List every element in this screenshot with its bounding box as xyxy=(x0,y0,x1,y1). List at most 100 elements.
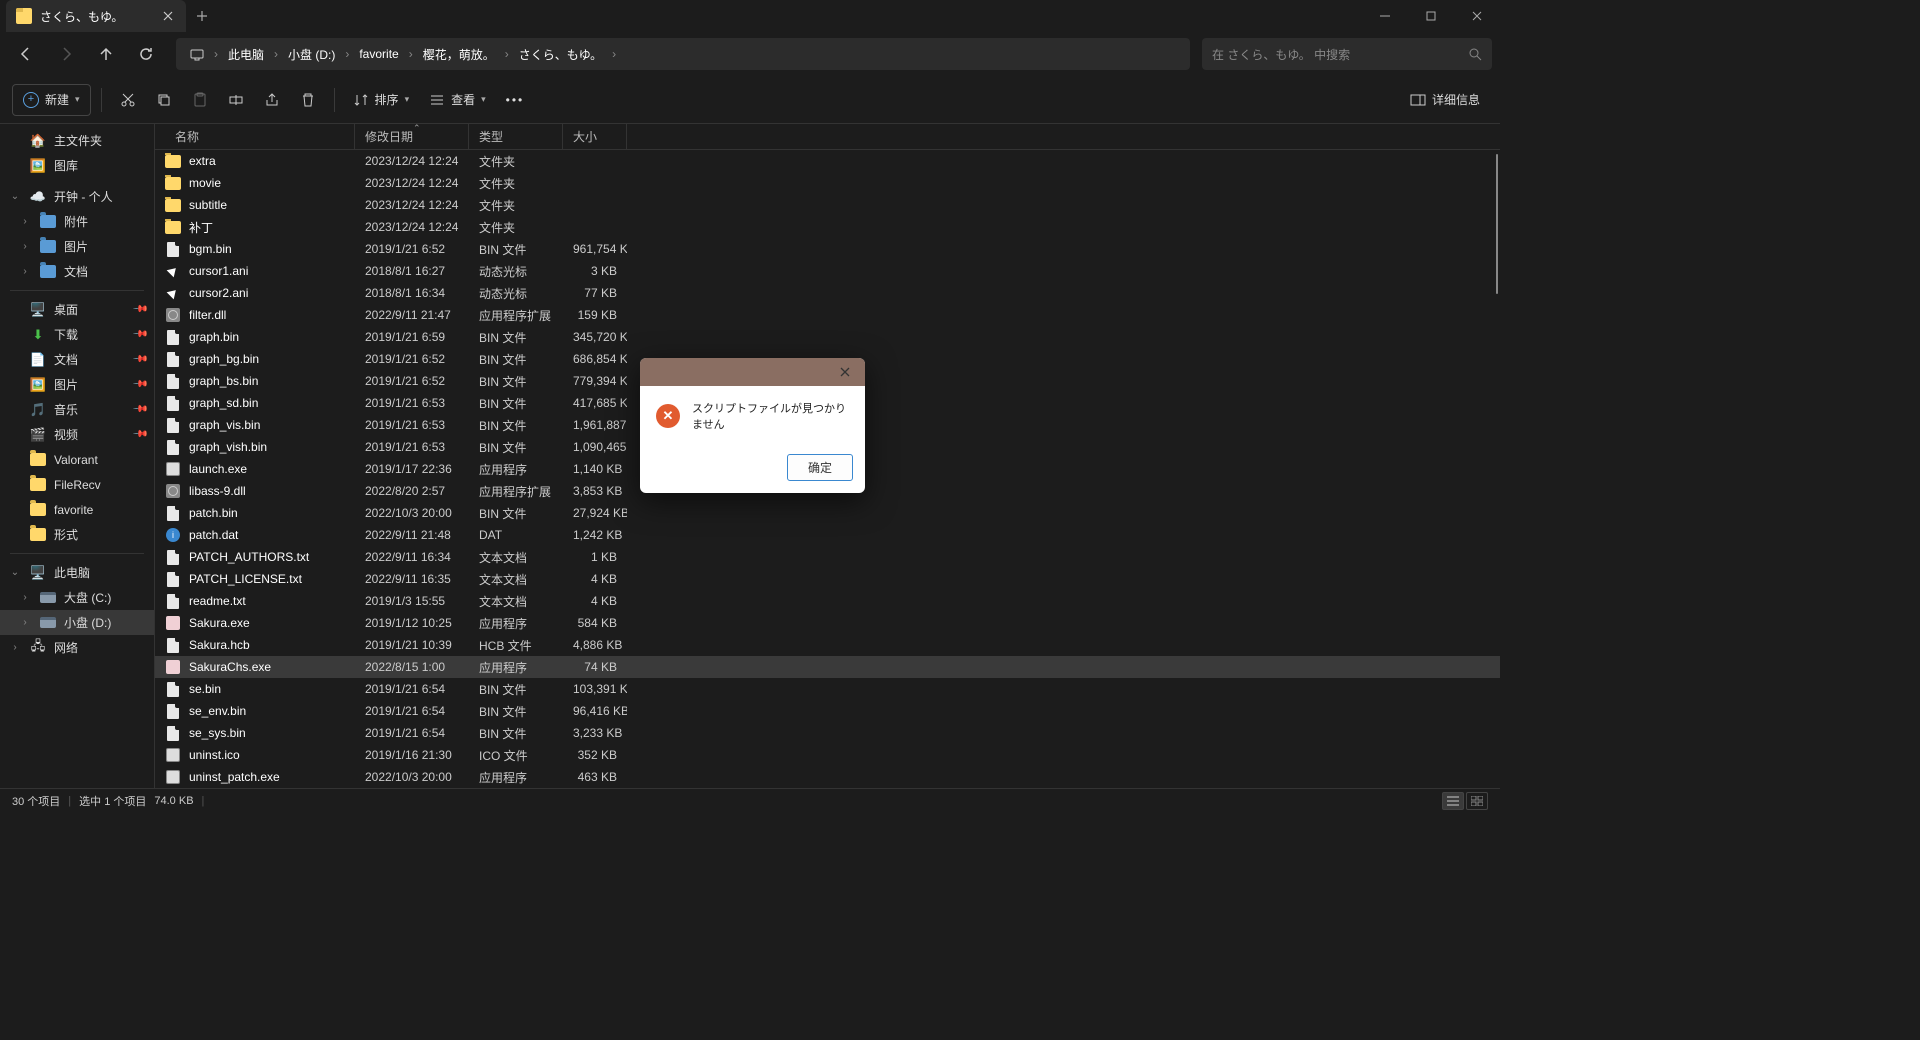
file-row[interactable]: uninst.ico2019/1/16 21:30ICO 文件352 KB xyxy=(155,744,1500,766)
new-button[interactable]: + 新建 ▾ xyxy=(12,84,91,116)
sidebar-qpic[interactable]: 🖼️图片📌 xyxy=(0,372,154,397)
file-name-cell: graph_bs.bin xyxy=(155,373,355,389)
sidebar-desktop[interactable]: 🖥️桌面📌 xyxy=(0,297,154,322)
breadcrumb[interactable]: › 此电脑 › 小盘 (D:) › favorite › 樱花，萌放。 › さく… xyxy=(176,38,1190,70)
file-type-icon xyxy=(165,439,181,455)
file-row[interactable]: patch.bin2022/10/3 20:00BIN 文件27,924 KB xyxy=(155,502,1500,524)
dialog-titlebar[interactable] xyxy=(640,358,865,386)
folder-icon xyxy=(40,240,56,253)
chevron-right-icon[interactable]: › xyxy=(18,266,32,277)
column-size[interactable]: 大小 xyxy=(563,124,627,149)
file-row[interactable]: SakuraChs.exe2022/8/15 1:00应用程序74 KB xyxy=(155,656,1500,678)
more-button[interactable]: ••• xyxy=(498,84,533,116)
view-button[interactable]: 查看 ▾ xyxy=(421,84,494,116)
new-tab-button[interactable] xyxy=(186,0,218,32)
sidebar-qdoc[interactable]: 📄文档📌 xyxy=(0,347,154,372)
sidebar-thispc[interactable]: ⌄🖥️此电脑 xyxy=(0,560,154,585)
window-tab[interactable]: さくら、もゆ。 xyxy=(6,0,186,32)
column-type[interactable]: 类型 xyxy=(469,124,563,149)
chevron-right-icon[interactable]: › xyxy=(8,642,22,653)
file-row[interactable]: ipatch.dat2022/9/11 21:48DAT1,242 KB xyxy=(155,524,1500,546)
file-date: 2022/8/20 2:57 xyxy=(355,484,469,498)
file-date: 2019/1/21 10:39 xyxy=(355,638,469,652)
column-date[interactable]: 修改日期 xyxy=(355,124,469,149)
delete-button[interactable] xyxy=(292,84,324,116)
scrollbar-thumb[interactable] xyxy=(1496,154,1498,294)
close-button[interactable] xyxy=(1454,0,1500,32)
file-row[interactable]: se_env.bin2019/1/21 6:54BIN 文件96,416 KB xyxy=(155,700,1500,722)
file-row[interactable]: cursor1.ani2018/8/1 16:27动态光标3 KB xyxy=(155,260,1500,282)
search-input[interactable]: 在 さくら、もゆ。 中搜索 xyxy=(1202,38,1492,70)
file-size: 74 KB xyxy=(563,660,627,674)
file-row[interactable]: uninst_patch.exe2022/10/3 20:00应用程序463 K… xyxy=(155,766,1500,788)
file-row[interactable]: filter.dll2022/9/11 21:47应用程序扩展159 KB xyxy=(155,304,1500,326)
file-row[interactable]: se_sys.bin2019/1/21 6:54BIN 文件3,233 KB xyxy=(155,722,1500,744)
sidebar-attach[interactable]: ›附件 xyxy=(0,209,154,234)
grid-view-button[interactable] xyxy=(1466,792,1488,810)
forward-button[interactable] xyxy=(48,36,84,72)
file-row[interactable]: se.bin2019/1/21 6:54BIN 文件103,391 KB xyxy=(155,678,1500,700)
paste-button[interactable] xyxy=(184,84,216,116)
chevron-right-icon[interactable]: › xyxy=(18,592,32,603)
details-view-button[interactable] xyxy=(1442,792,1464,810)
breadcrumb-item[interactable]: 樱花，萌放。 xyxy=(417,42,501,67)
chevron-down-icon[interactable]: ⌄ xyxy=(8,567,22,578)
file-row[interactable]: bgm.bin2019/1/21 6:52BIN 文件961,754 KB xyxy=(155,238,1500,260)
sidebar-download[interactable]: ⬇下载📌 xyxy=(0,322,154,347)
share-button[interactable] xyxy=(256,84,288,116)
breadcrumb-item[interactable]: 此电脑 xyxy=(222,42,270,67)
dialog-ok-button[interactable]: 确定 xyxy=(787,454,853,481)
sidebar-filerecv[interactable]: FileRecv xyxy=(0,472,154,497)
file-row[interactable]: Sakura.exe2019/1/12 10:25应用程序584 KB xyxy=(155,612,1500,634)
breadcrumb-item[interactable]: さくら、もゆ。 xyxy=(513,42,608,67)
sidebar-network[interactable]: ›🖧网络 xyxy=(0,635,154,660)
back-button[interactable] xyxy=(8,36,44,72)
rename-icon xyxy=(228,92,244,108)
file-row[interactable]: cursor2.ani2018/8/1 16:34动态光标77 KB xyxy=(155,282,1500,304)
sidebar-valorant[interactable]: Valorant xyxy=(0,447,154,472)
copy-button[interactable] xyxy=(148,84,180,116)
file-size: 352 KB xyxy=(563,748,627,762)
refresh-button[interactable] xyxy=(128,36,164,72)
up-button[interactable] xyxy=(88,36,124,72)
chevron-right-icon[interactable]: › xyxy=(18,216,32,227)
sidebar-xingshi[interactable]: 形式 xyxy=(0,522,154,547)
file-row[interactable]: PATCH_AUTHORS.txt2022/9/11 16:34文本文档1 KB xyxy=(155,546,1500,568)
file-row[interactable]: readme.txt2019/1/3 15:55文本文档4 KB xyxy=(155,590,1500,612)
breadcrumb-item[interactable]: favorite xyxy=(353,43,404,65)
maximize-button[interactable] xyxy=(1408,0,1454,32)
sidebar-drive-c[interactable]: ›大盘 (C:) xyxy=(0,585,154,610)
file-row[interactable]: graph.bin2019/1/21 6:59BIN 文件345,720 KB xyxy=(155,326,1500,348)
sidebar-video[interactable]: 🎬视频📌 xyxy=(0,422,154,447)
file-row[interactable]: extra2023/12/24 12:24文件夹 xyxy=(155,150,1500,172)
column-name[interactable]: 名称 xyxy=(155,124,355,149)
chevron-right-icon[interactable]: › xyxy=(18,617,32,628)
file-name: patch.dat xyxy=(189,528,238,542)
file-row[interactable]: Sakura.hcb2019/1/21 10:39HCB 文件4,886 KB xyxy=(155,634,1500,656)
sidebar-gallery[interactable]: 🖼️图库 xyxy=(0,153,154,178)
chevron-right-icon[interactable]: › xyxy=(18,241,32,252)
sidebar-music[interactable]: 🎵音乐📌 xyxy=(0,397,154,422)
file-row[interactable]: subtitle2023/12/24 12:24文件夹 xyxy=(155,194,1500,216)
rename-button[interactable] xyxy=(220,84,252,116)
sidebar-home[interactable]: 🏠主文件夹 xyxy=(0,128,154,153)
sidebar-drive-d[interactable]: ›小盘 (D:) xyxy=(0,610,154,635)
details-panel-button[interactable]: 详细信息 xyxy=(1402,84,1488,116)
minimize-button[interactable] xyxy=(1362,0,1408,32)
sidebar-doc[interactable]: ›文档 xyxy=(0,259,154,284)
cut-button[interactable] xyxy=(112,84,144,116)
file-row[interactable]: 补丁2023/12/24 12:24文件夹 xyxy=(155,216,1500,238)
breadcrumb-item[interactable]: 小盘 (D:) xyxy=(282,42,341,67)
file-size: 463 KB xyxy=(563,770,627,784)
tab-close-button[interactable] xyxy=(160,8,176,24)
dialog-close-button[interactable] xyxy=(831,361,859,383)
file-row[interactable]: PATCH_LICENSE.txt2022/9/11 16:35文本文档4 KB xyxy=(155,568,1500,590)
file-row[interactable]: movie2023/12/24 12:24文件夹 xyxy=(155,172,1500,194)
chevron-down-icon[interactable]: ⌄ xyxy=(8,191,22,202)
sidebar-favorite[interactable]: favorite xyxy=(0,497,154,522)
sidebar-onedrive[interactable]: ⌄☁️开钟 - 个人 xyxy=(0,184,154,209)
sort-button[interactable]: 排序 ▾ xyxy=(345,84,418,116)
breadcrumb-root-icon[interactable] xyxy=(184,43,210,65)
dialog-body: ✕ スクリプトファイルが見つかりません xyxy=(640,386,865,446)
sidebar-pic[interactable]: ›图片 xyxy=(0,234,154,259)
